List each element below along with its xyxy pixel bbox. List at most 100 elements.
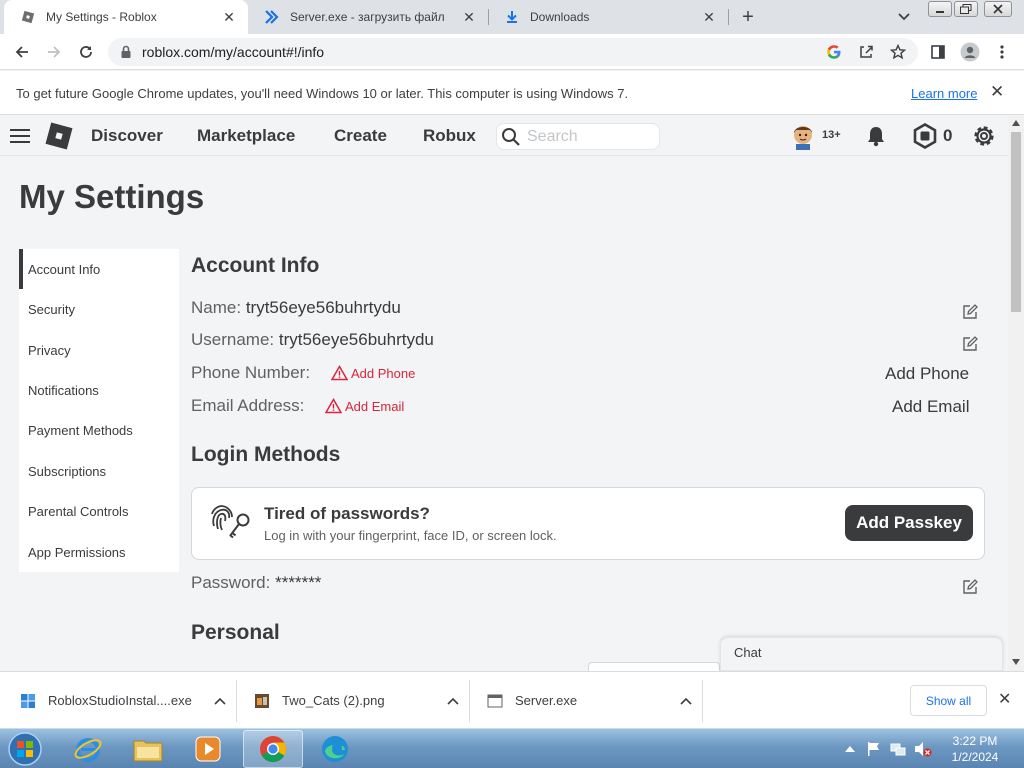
robux-hexagon-icon[interactable] — [912, 123, 938, 149]
edit-password-icon[interactable] — [962, 579, 978, 595]
taskbar-edge-icon[interactable] — [305, 730, 365, 768]
roblox-installer-icon — [20, 693, 36, 709]
tab-strip: My Settings - Roblox ✕ Server.exe - загр… — [0, 0, 1024, 34]
sidebar-item-app-permissions[interactable]: App Permissions — [19, 532, 179, 572]
chat-widget[interactable]: Chat — [720, 637, 1003, 671]
taskbar-chrome-icon[interactable] — [243, 730, 303, 768]
edit-name-icon[interactable] — [962, 304, 978, 320]
learn-more-link[interactable]: Learn more — [911, 86, 977, 101]
roblox-logo-icon[interactable] — [44, 121, 74, 151]
action-center-flag-icon[interactable] — [866, 741, 882, 757]
phone-warning-text[interactable]: Add Phone — [351, 366, 415, 381]
download-item-server-exe[interactable]: Server.exe — [487, 672, 696, 729]
taskbar-media-player-icon[interactable] — [178, 730, 238, 768]
double-chevron-favicon-icon — [264, 9, 280, 25]
chrome-menu-icon[interactable] — [990, 40, 1014, 64]
hamburger-menu-icon[interactable] — [10, 128, 30, 144]
show-all-downloads-button[interactable]: Show all — [910, 685, 987, 716]
clock-date: 1/2/2024 — [951, 750, 999, 764]
network-icon[interactable] — [890, 741, 906, 757]
sidebar-item-notifications[interactable]: Notifications — [19, 370, 179, 410]
infobar-close-icon[interactable]: ✕ — [990, 82, 1004, 102]
edit-username-icon[interactable] — [962, 336, 978, 352]
bookmark-star-icon[interactable] — [886, 40, 910, 64]
taskbar-explorer-folder-icon[interactable] — [118, 730, 178, 768]
nav-create[interactable]: Create — [334, 126, 387, 146]
tab-search-chevron-icon[interactable] — [894, 8, 914, 26]
passkey-card: Tired of passwords? Log in with your fin… — [191, 487, 985, 560]
forward-arrow-icon[interactable] — [42, 40, 66, 64]
minimize-button[interactable] — [928, 1, 952, 17]
sidebar-item-parental-controls[interactable]: Parental Controls — [19, 491, 179, 531]
tab-my-settings[interactable]: My Settings - Roblox ✕ — [4, 0, 248, 34]
tab-close-icon[interactable]: ✕ — [698, 6, 720, 28]
nav-robux[interactable]: Robux — [423, 126, 476, 146]
start-button-icon[interactable] — [6, 731, 44, 767]
executable-file-icon — [487, 693, 503, 709]
share-icon[interactable] — [854, 40, 878, 64]
new-tab-button[interactable]: + — [736, 5, 760, 29]
download-options-chevron-icon[interactable] — [214, 697, 230, 705]
tab-close-icon[interactable]: ✕ — [218, 6, 240, 28]
page-scrollbar[interactable] — [1008, 116, 1024, 671]
volume-muted-icon[interactable] — [914, 741, 932, 757]
nav-discover[interactable]: Discover — [91, 126, 163, 146]
download-separator — [469, 680, 470, 722]
sidebar-item-security[interactable]: Security — [19, 289, 179, 329]
email-warning[interactable]: Add Email — [325, 398, 404, 414]
download-shelf: RobloxStudioInstal....exe Two_Cats (2).p… — [0, 671, 1024, 728]
passkey-title: Tired of passwords? — [264, 504, 430, 523]
settings-gear-icon[interactable] — [971, 123, 997, 149]
tab-downloads[interactable]: Downloads ✕ — [488, 0, 728, 34]
download-item-roblox-installer[interactable]: RobloxStudioInstal....exe — [20, 672, 230, 729]
robux-count: 0 — [943, 126, 953, 145]
scrollbar-thumb[interactable] — [1011, 132, 1021, 312]
add-passkey-button[interactable]: Add Passkey — [845, 505, 973, 541]
phone-warning[interactable]: Add Phone — [331, 365, 415, 381]
download-separator — [236, 680, 237, 722]
add-phone-button[interactable]: Add Phone — [885, 364, 969, 384]
image-file-icon — [254, 693, 270, 709]
tab-server-exe[interactable]: Server.exe - загрузить файл ✕ — [248, 0, 488, 34]
scroll-up-icon[interactable] — [1012, 120, 1020, 126]
download-options-chevron-icon[interactable] — [447, 697, 463, 705]
reload-icon[interactable] — [74, 40, 98, 64]
sidebar-item-payment-methods[interactable]: Payment Methods — [19, 410, 179, 450]
close-window-button[interactable] — [984, 1, 1012, 17]
download-item-two-cats[interactable]: Two_Cats (2).png — [254, 672, 463, 729]
search-icon — [501, 127, 521, 147]
tab-close-icon[interactable]: ✕ — [458, 6, 480, 28]
scroll-down-icon[interactable] — [1012, 659, 1020, 665]
email-label: Email Address: — [191, 396, 305, 415]
sidebar-item-privacy[interactable]: Privacy — [19, 330, 179, 370]
email-warning-text[interactable]: Add Email — [345, 399, 404, 414]
tab-title: My Settings - Roblox — [46, 10, 157, 24]
tab-title: Downloads — [530, 10, 590, 24]
google-g-icon[interactable] — [822, 40, 846, 64]
age-badge: 13+ — [822, 129, 841, 141]
notifications-bell-icon[interactable] — [865, 125, 887, 147]
nav-marketplace[interactable]: Marketplace — [197, 126, 295, 146]
lock-icon[interactable] — [120, 45, 132, 59]
restore-button[interactable] — [954, 1, 978, 17]
profile-avatar-icon[interactable] — [958, 40, 982, 64]
back-arrow-icon[interactable] — [10, 40, 34, 64]
user-avatar[interactable] — [788, 121, 818, 151]
sidebar-item-subscriptions[interactable]: Subscriptions — [19, 451, 179, 491]
sidebar-item-account-info[interactable]: Account Info — [19, 249, 179, 289]
name-row: Name: tryt56eye56buhrtydu — [191, 298, 401, 318]
username-row: Username: tryt56eye56buhrtydu — [191, 330, 434, 350]
download-options-chevron-icon[interactable] — [680, 697, 696, 705]
search-input[interactable]: Search — [496, 123, 660, 150]
download-shelf-close-icon[interactable]: ✕ — [998, 689, 1011, 709]
add-email-button[interactable]: Add Email — [892, 397, 969, 417]
page-title: My Settings — [19, 178, 205, 215]
tray-expand-icon[interactable] — [845, 745, 861, 761]
system-clock[interactable]: 3:22 PM 1/2/2024 — [940, 733, 1010, 765]
taskbar-internet-explorer-icon[interactable] — [58, 730, 118, 768]
url-text[interactable]: roblox.com/my/account#!/info — [142, 44, 324, 60]
side-panel-icon[interactable] — [926, 40, 950, 64]
name-value: tryt56eye56buhrtydu — [245, 298, 401, 317]
dropdown-field-partial[interactable] — [588, 662, 720, 671]
address-bar[interactable]: roblox.com/my/account#!/info — [108, 38, 918, 66]
